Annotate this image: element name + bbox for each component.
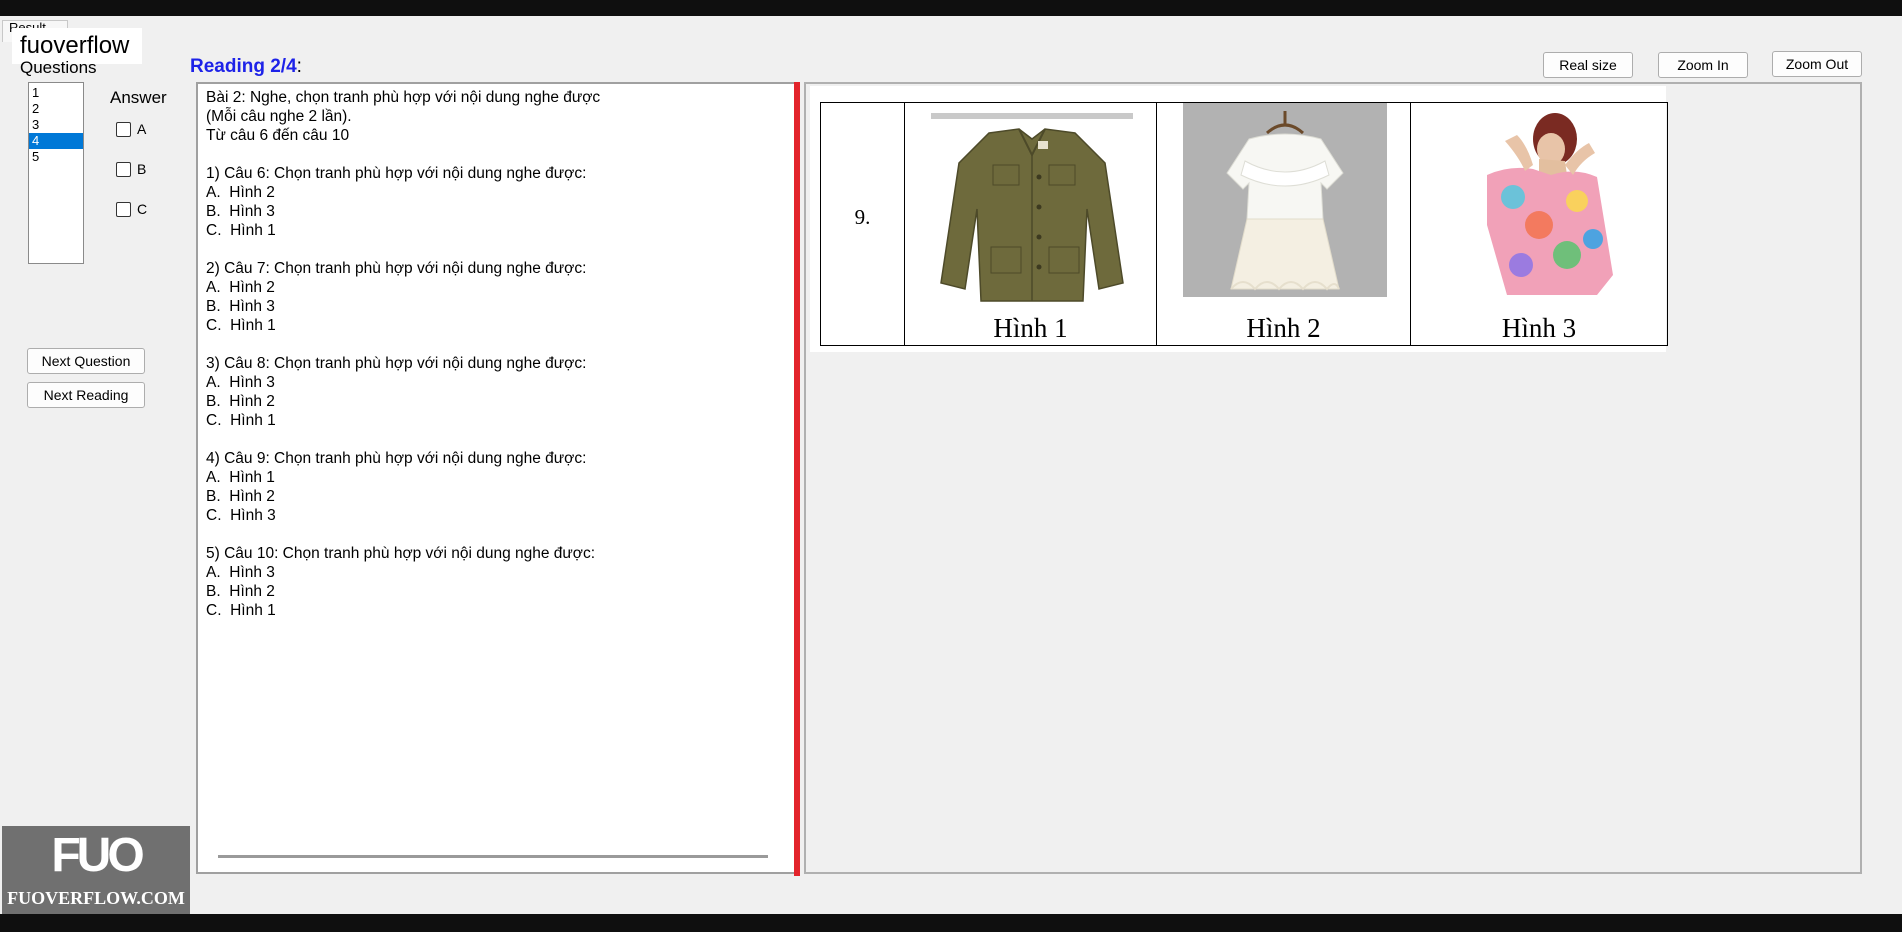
reading-text-line: (Mỗi câu nghe 2 lần).	[206, 108, 352, 125]
reading-text-line	[206, 145, 600, 164]
zoom-in-button[interactable]: Zoom In	[1658, 52, 1748, 78]
checkbox-a[interactable]	[116, 121, 131, 137]
woman-floral-shirt-photo	[1487, 113, 1613, 295]
logo-text: FUOVERFLOW.COM	[7, 888, 185, 908]
reading-text-line: B. Hình 2	[206, 488, 275, 505]
reading-text-line: 5) Câu 10: Chọn tranh phù hợp với nội du…	[206, 545, 596, 562]
reading-text-line	[206, 430, 600, 449]
zoom-out-button[interactable]: Zoom Out	[1772, 51, 1862, 77]
answer-option-b[interactable]: B	[116, 161, 146, 177]
reading-text-line: Từ câu 6 đến câu 10	[206, 127, 350, 144]
reading-text-line: A. Hình 1	[206, 469, 275, 486]
reading-text-line	[206, 240, 600, 259]
reading-text-line: Bài 2: Nghe, chọn tranh phù hợp với nội …	[206, 89, 601, 106]
logo-mark: FUO	[51, 829, 144, 882]
checkbox-b[interactable]	[116, 161, 131, 177]
question-list-item-selected[interactable]: 4	[29, 133, 83, 149]
next-question-button[interactable]: Next Question	[27, 348, 145, 374]
picture-table: 9. Hình 1 Hình 2 Hình 3	[820, 102, 1668, 346]
horizontal-scrollbar[interactable]	[218, 855, 768, 858]
question-picture: 9. Hình 1 Hình 2 Hình 3	[810, 86, 1668, 352]
reading-text-line: C. Hình 1	[206, 317, 276, 334]
picture-cell-2: Hình 2	[1157, 103, 1411, 345]
app-window: Result fuoverflow Questions Reading 2/4:…	[0, 16, 1902, 914]
reading-text: Bài 2: Nghe, chọn tranh phù hợp với nội …	[206, 88, 600, 620]
reading-text-line: C. Hình 1	[206, 412, 276, 429]
reading-text-line: A. Hình 3	[206, 374, 275, 391]
reading-text-line: A. Hình 2	[206, 279, 275, 296]
picture-cell-1: Hình 1	[905, 103, 1157, 345]
reading-text-line	[206, 525, 600, 544]
picture-cell-3: Hình 3	[1411, 103, 1667, 345]
question-list-item[interactable]: 2	[29, 101, 83, 117]
question-list[interactable]: 1 2 3 4 5	[28, 82, 84, 264]
reading-text-line: 3) Câu 8: Chọn tranh phù hợp với nội dun…	[206, 355, 587, 372]
question-list-item[interactable]: 1	[29, 85, 83, 101]
answer-option-a-label: A	[137, 121, 147, 137]
reading-label-colon: :	[296, 56, 302, 77]
white-blouse-skirt-photo	[1183, 103, 1387, 297]
reading-text-panel[interactable]: Bài 2: Nghe, chọn tranh phù hợp với nội …	[196, 82, 796, 874]
fuoverflow-logo: FUO FUOVERFLOW.COM	[2, 826, 190, 914]
reading-text-line: B. Hình 3	[206, 298, 275, 315]
picture-caption-1: Hình 1	[993, 313, 1068, 343]
questions-label: Questions	[20, 58, 97, 76]
next-reading-button[interactable]: Next Reading	[27, 382, 145, 408]
answer-option-b-label: B	[137, 161, 147, 177]
reading-text-line: C. Hình 1	[206, 602, 276, 619]
reading-text-line: 2) Câu 7: Chọn tranh phù hợp với nội dun…	[206, 260, 587, 277]
answer-option-c[interactable]: C	[116, 201, 147, 217]
picture-number-cell: 9.	[821, 103, 905, 345]
panel-splitter[interactable]	[794, 82, 800, 876]
picture-caption-3: Hình 3	[1501, 313, 1577, 343]
answer-option-a[interactable]: A	[116, 121, 146, 137]
answer-option-c-label: C	[137, 201, 148, 217]
real-size-button[interactable]: Real size	[1543, 52, 1633, 78]
picture-number: 9.	[854, 205, 871, 229]
reading-text-line: A. Hình 3	[206, 564, 275, 581]
picture-caption-2: Hình 2	[1246, 313, 1321, 343]
reading-text-line: A. Hình 2	[206, 184, 275, 201]
reading-text-line: B. Hình 2	[206, 583, 275, 600]
question-list-item[interactable]: 3	[29, 117, 83, 133]
reading-label-text: Reading 2/4	[190, 56, 297, 77]
question-list-item[interactable]: 5	[29, 149, 83, 165]
image-panel[interactable]: 9. Hình 1 Hình 2 Hình 3	[804, 82, 1862, 874]
reading-label: Reading 2/4:	[190, 56, 302, 78]
reading-text-line: C. Hình 3	[206, 507, 276, 524]
reading-text-line: C. Hình 1	[206, 222, 276, 239]
reading-text-line: 4) Câu 9: Chọn tranh phù hợp với nội dun…	[206, 450, 587, 467]
reading-text-line: B. Hình 2	[206, 393, 275, 410]
reading-text-line: B. Hình 3	[206, 203, 275, 220]
reading-text-line	[206, 335, 600, 354]
olive-jacket-photo	[931, 113, 1133, 302]
checkbox-c[interactable]	[116, 201, 131, 217]
answer-label: Answer	[110, 88, 167, 107]
reading-text-line: 1) Câu 6: Chọn tranh phù hợp với nội dun…	[206, 165, 587, 182]
